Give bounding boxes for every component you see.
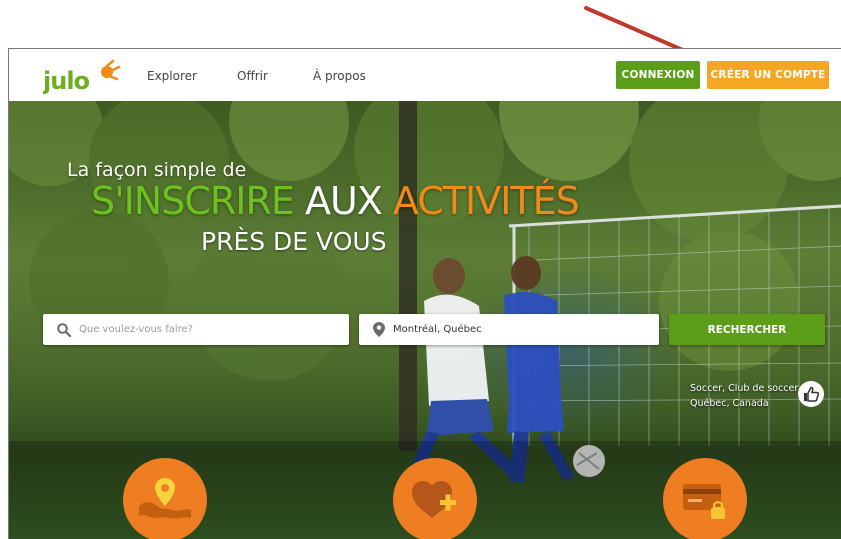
location-search-input[interactable]: [393, 324, 633, 335]
feature-explore-circle[interactable]: [123, 458, 207, 539]
hero-banner: La façon simple de S'INSCRIRE AUX ACTIVI…: [9, 101, 841, 539]
photo-caption: Soccer, Club de soccer Québec, Canada: [690, 381, 798, 411]
like-button[interactable]: [798, 381, 824, 407]
browser-viewport: julo Explorer Offrir À propos CONNEXION …: [8, 48, 841, 539]
headline-sinscrire: S'INSCRIRE: [91, 179, 295, 223]
hero-subheadline: PRÈS DE VOUS: [201, 227, 387, 256]
activity-search-field[interactable]: [43, 314, 349, 345]
location-search-field[interactable]: [359, 314, 659, 345]
thumbs-up-icon: [804, 386, 819, 402]
map-pin-world-icon: [139, 478, 191, 519]
nav-explorer[interactable]: Explorer: [147, 69, 197, 83]
svg-text:julo: julo: [43, 67, 90, 95]
photo-caption-location: Québec, Canada: [690, 398, 769, 409]
headline-activites: ACTIVITÉS: [392, 179, 580, 223]
connexion-button[interactable]: CONNEXION: [616, 61, 700, 89]
photo-caption-title: Soccer, Club de soccer: [690, 383, 799, 394]
hero-headline: S'INSCRIRE AUX ACTIVITÉS: [91, 179, 580, 223]
nav-offrir[interactable]: Offrir: [237, 69, 268, 83]
secure-card-icon: [683, 484, 725, 519]
site-header: julo Explorer Offrir À propos CONNEXION …: [9, 49, 841, 101]
location-pin-icon: [373, 322, 385, 337]
hero-tagline-intro: La façon simple de: [67, 159, 247, 181]
heart-plus-icon: [412, 481, 456, 518]
nav-a-propos[interactable]: À propos: [313, 69, 366, 83]
julo-logo[interactable]: julo: [43, 59, 133, 95]
screenshot: julo Explorer Offrir À propos CONNEXION …: [0, 0, 841, 539]
search-button[interactable]: RECHERCHER: [669, 314, 825, 345]
create-account-button[interactable]: CRÉER UN COMPTE: [707, 61, 829, 89]
feature-favorite-circle[interactable]: [393, 458, 477, 539]
search-icon: [57, 322, 71, 337]
feature-payment-circle[interactable]: [663, 458, 747, 539]
activity-search-input[interactable]: [79, 324, 319, 335]
headline-aux: AUX: [304, 179, 383, 223]
